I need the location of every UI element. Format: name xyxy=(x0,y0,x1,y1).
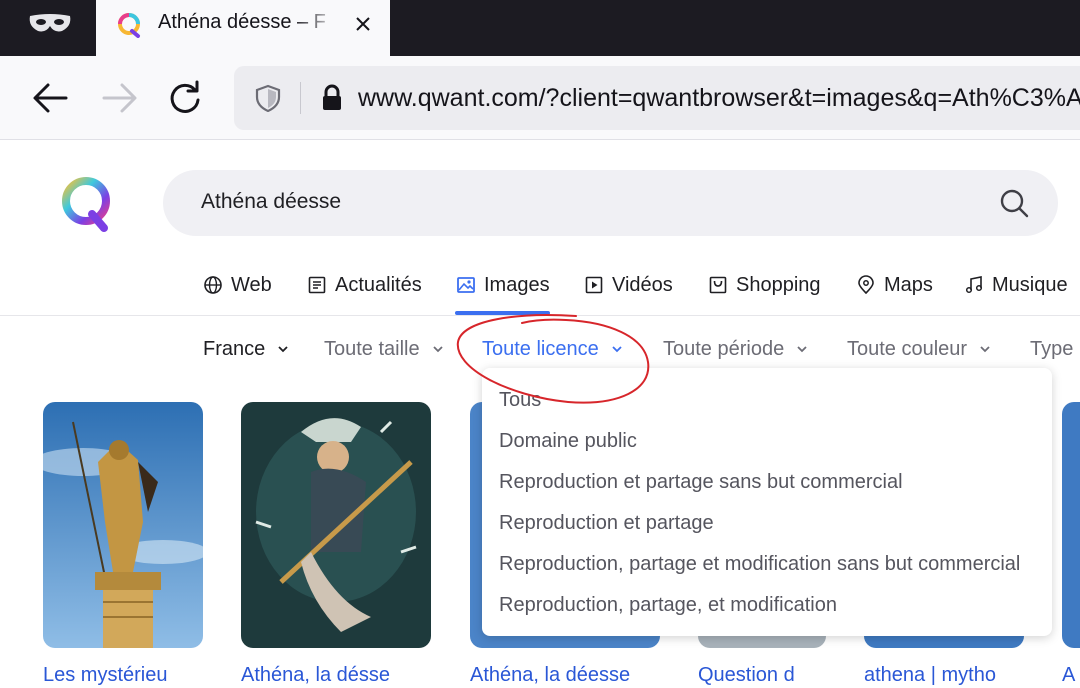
forward-arrow-icon[interactable] xyxy=(100,78,140,118)
filter-size-label: Toute taille xyxy=(324,337,420,360)
filter-license[interactable]: Toute licence xyxy=(482,336,623,362)
result-image[interactable] xyxy=(1062,402,1080,648)
chevron-down-icon xyxy=(612,346,622,353)
license-option-share[interactable]: Reproduction et partage xyxy=(499,508,714,538)
lock-icon[interactable] xyxy=(320,84,344,112)
play-icon xyxy=(585,276,603,294)
result-caption[interactable]: athena | mytho xyxy=(864,664,1024,688)
tab-videos-label: Vidéos xyxy=(612,273,673,296)
qwant-logo[interactable] xyxy=(58,174,116,232)
back-arrow-icon[interactable] xyxy=(30,78,70,118)
filter-type-label: Type xyxy=(1030,337,1074,360)
globe-icon xyxy=(204,276,222,294)
filter-size[interactable]: Toute taille xyxy=(324,336,444,362)
license-option-modify-noncommercial[interactable]: Reproduction, partage et modification sa… xyxy=(499,549,1020,579)
result-image[interactable] xyxy=(43,402,203,648)
statue-column-image xyxy=(43,402,203,648)
license-option-share-noncommercial[interactable]: Reproduction et partage sans but commerc… xyxy=(499,467,903,497)
search-icon[interactable] xyxy=(998,187,1030,219)
bag-icon xyxy=(709,276,727,294)
result-caption[interactable]: Athéna, la désse xyxy=(241,664,431,688)
filter-region[interactable]: France xyxy=(203,336,289,362)
tab-web-label: Web xyxy=(231,273,272,296)
url-bar[interactable]: www.qwant.com/?client=qwantbrowser&t=ima… xyxy=(234,66,1080,130)
chevron-down-icon xyxy=(980,346,990,353)
search-box[interactable]: Athéna déesse xyxy=(163,170,1058,236)
tab-news[interactable]: Actualités xyxy=(307,270,422,300)
license-option-public-domain[interactable]: Domaine public xyxy=(499,426,637,456)
result-thumbnail-image xyxy=(1062,402,1080,648)
chevron-down-icon xyxy=(432,346,443,353)
tab-strip: Athéna déesse – F xyxy=(0,0,1080,56)
tab-videos[interactable]: Vidéos xyxy=(584,270,673,300)
url-separator xyxy=(300,82,301,114)
newspaper-icon xyxy=(308,276,326,294)
map-pin-icon xyxy=(858,275,874,295)
image-icon xyxy=(457,277,475,293)
chevron-down-icon xyxy=(278,346,288,353)
reload-icon[interactable] xyxy=(164,78,204,118)
tab-music[interactable]: Musique xyxy=(964,270,1068,300)
filter-period[interactable]: Toute période xyxy=(663,336,808,362)
tab-music-label: Musique xyxy=(992,273,1068,296)
result-image[interactable] xyxy=(241,402,431,648)
browser-tab[interactable]: Athéna déesse – F xyxy=(96,0,390,56)
close-icon[interactable] xyxy=(353,14,373,34)
license-option-all[interactable]: Tous xyxy=(499,385,541,415)
tab-maps-label: Maps xyxy=(884,273,933,296)
result-caption[interactable]: Les mystérieu xyxy=(43,664,203,688)
tab-images[interactable]: Images xyxy=(456,270,550,300)
private-mask-icon xyxy=(29,14,71,32)
music-note-icon xyxy=(965,276,983,294)
url-text[interactable]: www.qwant.com/?client=qwantbrowser&t=ima… xyxy=(358,84,1080,114)
license-option-modify[interactable]: Reproduction, partage, et modification xyxy=(499,590,837,620)
result-caption[interactable]: Question d xyxy=(698,664,826,688)
warrior-painting-image xyxy=(241,402,431,648)
tab-images-label: Images xyxy=(484,273,550,296)
license-dropdown-menu: Tous Domaine public Reproduction et part… xyxy=(482,368,1052,636)
tab-shopping-label: Shopping xyxy=(736,273,821,296)
search-input[interactable]: Athéna déesse xyxy=(201,190,901,216)
qwant-favicon-icon xyxy=(118,13,140,38)
result-caption[interactable]: Athéna, la déesse xyxy=(470,664,660,688)
chevron-down-icon xyxy=(797,346,807,353)
filter-type[interactable]: Type xyxy=(1030,336,1073,362)
filter-color-label: Toute couleur xyxy=(847,337,968,360)
filter-license-label: Toute licence xyxy=(482,337,599,360)
filter-region-label: France xyxy=(203,337,266,360)
filter-color[interactable]: Toute couleur xyxy=(847,336,991,362)
result-caption[interactable]: A xyxy=(1062,664,1080,688)
shield-icon[interactable] xyxy=(254,84,282,112)
tab-web[interactable]: Web xyxy=(203,270,272,300)
tab-shopping[interactable]: Shopping xyxy=(708,270,821,300)
filter-period-label: Toute période xyxy=(663,337,785,360)
tab-news-label: Actualités xyxy=(335,273,422,296)
tab-maps[interactable]: Maps xyxy=(856,270,933,300)
navigation-bar: www.qwant.com/?client=qwantbrowser&t=ima… xyxy=(0,56,1080,140)
tab-title: Athéna déesse – F xyxy=(158,11,326,33)
tabs-divider xyxy=(0,315,1080,316)
